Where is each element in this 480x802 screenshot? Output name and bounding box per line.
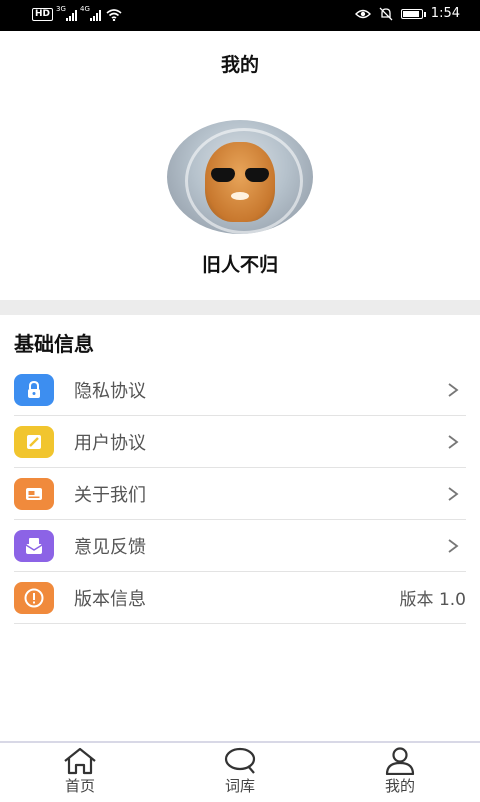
info-icon bbox=[14, 581, 54, 614]
search-icon bbox=[224, 747, 256, 774]
user-agreement-item[interactable]: 用户协议 bbox=[14, 416, 466, 468]
item-label: 关于我们 bbox=[74, 484, 146, 506]
version-value: 版本 1.0 bbox=[399, 590, 466, 610]
feedback-item[interactable]: 意见反馈 bbox=[14, 520, 466, 572]
section-title: 基础信息 bbox=[14, 332, 94, 356]
clock: 1:54 bbox=[430, 6, 460, 21]
chevron-right-icon bbox=[448, 382, 459, 397]
chevron-right-icon bbox=[448, 434, 459, 449]
mute-bell-icon bbox=[379, 7, 393, 20]
status-bar: HD 3G 4G 1:54 bbox=[0, 0, 480, 31]
username: 旧人不归 bbox=[201, 254, 278, 276]
tab-mine[interactable]: 我的 bbox=[350, 747, 450, 796]
section-divider bbox=[0, 300, 480, 315]
tab-dictionary[interactable]: 词库 bbox=[190, 747, 290, 796]
settings-list: 隐私协议 用户协议 关于我们 意见反馈 版本信息 版本 1.0 bbox=[14, 364, 466, 624]
hd-indicator: HD bbox=[32, 8, 54, 21]
tab-home[interactable]: 首页 bbox=[30, 747, 130, 796]
lock-icon bbox=[14, 373, 54, 406]
feedback-mail-icon bbox=[14, 529, 54, 562]
chevron-right-icon bbox=[448, 538, 459, 553]
tab-label: 首页 bbox=[64, 777, 95, 795]
id-card-icon bbox=[14, 477, 54, 510]
home-icon bbox=[64, 747, 96, 775]
item-label: 版本信息 bbox=[74, 588, 146, 610]
user-icon bbox=[385, 747, 415, 775]
chevron-right-icon bbox=[448, 486, 459, 501]
tab-label: 词库 bbox=[224, 777, 255, 795]
privacy-agreement-item[interactable]: 隐私协议 bbox=[14, 364, 466, 416]
signal-icon: 4G bbox=[80, 5, 102, 21]
page-title: 我的 bbox=[220, 54, 259, 76]
battery-icon bbox=[400, 8, 426, 19]
wifi-icon bbox=[106, 8, 122, 21]
about-us-item[interactable]: 关于我们 bbox=[14, 468, 466, 520]
bottom-tab-bar: 首页 词库 我的 bbox=[0, 741, 480, 802]
avatar[interactable] bbox=[167, 120, 313, 234]
item-label: 用户协议 bbox=[74, 432, 146, 454]
version-info-item[interactable]: 版本信息 版本 1.0 bbox=[14, 572, 466, 624]
eye-icon bbox=[354, 9, 371, 18]
tab-label: 我的 bbox=[384, 777, 415, 795]
item-label: 意见反馈 bbox=[74, 536, 146, 558]
item-label: 隐私协议 bbox=[74, 380, 146, 402]
edit-note-icon bbox=[14, 425, 54, 458]
signal-icon: 3G bbox=[56, 5, 78, 21]
